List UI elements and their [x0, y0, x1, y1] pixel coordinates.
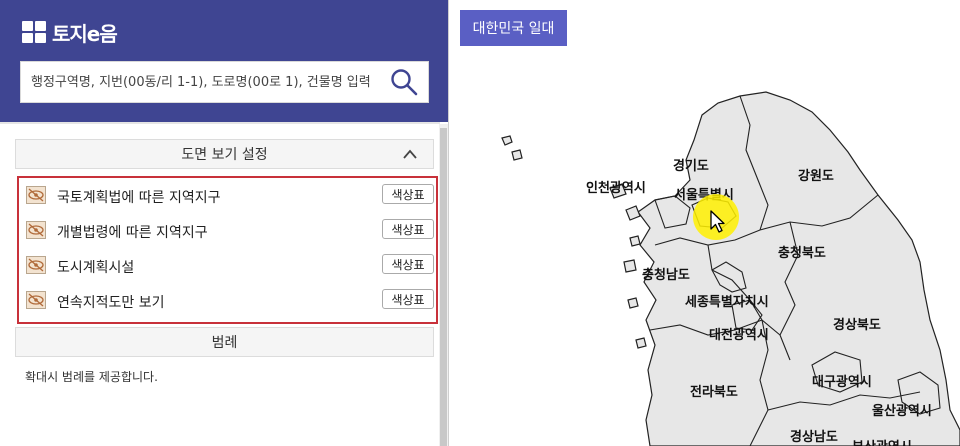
- map-label-busan[interactable]: 부산광역시: [852, 436, 912, 446]
- scrollbar-thumb[interactable]: [440, 128, 447, 446]
- map-label-chungnam[interactable]: 충청남도: [642, 264, 690, 283]
- map-island: [511, 149, 523, 161]
- logo-text: 토지e음: [52, 21, 118, 46]
- panel-scrollbar[interactable]: [439, 124, 448, 446]
- eye-hidden-icon[interactable]: [26, 221, 46, 239]
- legend-header[interactable]: 범례: [15, 327, 434, 357]
- eye-hidden-icon[interactable]: [26, 256, 46, 274]
- color-table-button[interactable]: 색상표: [382, 254, 434, 274]
- map-label-ulsan[interactable]: 울산광역시: [872, 400, 932, 419]
- eye-hidden-icon[interactable]: [26, 186, 46, 204]
- view-settings-title: 도면 보기 설정: [181, 147, 268, 163]
- search-icon[interactable]: [390, 68, 418, 96]
- map-label-jeonbuk[interactable]: 전라북도: [690, 381, 738, 400]
- layer-row-cadastral-only[interactable]: 연속지적도만 보기 색상표: [19, 283, 436, 318]
- mouse-cursor-icon: [710, 210, 725, 233]
- layer-label: 개별법령에 따른 지역지구: [57, 225, 208, 241]
- map-label-gyeongnam[interactable]: 경상남도: [790, 426, 838, 445]
- map-label-daejeon[interactable]: 대전광역시: [709, 324, 769, 343]
- map-island: [635, 337, 647, 349]
- map-island: [627, 297, 639, 309]
- color-table-button[interactable]: 색상표: [382, 219, 434, 239]
- view-settings-header[interactable]: 도면 보기 설정: [15, 139, 434, 169]
- map-island: [623, 259, 637, 273]
- map-label-chungbuk[interactable]: 충청북도: [778, 242, 826, 261]
- layer-row-urban-facility[interactable]: 도시계획시설 색상표: [19, 248, 436, 283]
- logo[interactable]: 토지e음: [22, 19, 118, 46]
- map-label-gyeonggi[interactable]: 경기도: [673, 155, 709, 174]
- layer-label: 연속지적도만 보기: [57, 295, 165, 311]
- map-island: [629, 235, 641, 247]
- panel-content: 도면 보기 설정 국토계획법에 따른 지역지구 색상표 개별법령에 따른 지역지…: [0, 122, 440, 446]
- map-label-daegu[interactable]: 대구광역시: [812, 371, 872, 390]
- map-island: [501, 135, 513, 146]
- map-label-incheon[interactable]: 인천광역시: [586, 177, 646, 196]
- map-view[interactable]: 대한민국 일대 인천광역시 경기도 서울특별시 강원도 충청북도 충청남도 세종…: [450, 0, 960, 446]
- map-label-gyeongbuk[interactable]: 경상북도: [833, 314, 881, 333]
- left-panel: 토지e음 도면 보기 설정 국토계: [0, 0, 449, 446]
- legend-title: 범례: [211, 335, 238, 351]
- layer-row-national-plan[interactable]: 국토계획법에 따른 지역지구 색상표: [19, 178, 436, 213]
- search-input[interactable]: [21, 62, 381, 102]
- layer-label: 도시계획시설: [57, 260, 135, 276]
- search-box: [20, 61, 429, 103]
- layer-list: 국토계획법에 따른 지역지구 색상표 개별법령에 따른 지역지구 색상표 도시계…: [17, 176, 438, 324]
- color-table-button[interactable]: 색상표: [382, 184, 434, 204]
- map-label-sejong[interactable]: 세종특별자치시: [685, 291, 769, 310]
- layer-row-individual-law[interactable]: 개별법령에 따른 지역지구 색상표: [19, 213, 436, 248]
- chevron-up-icon[interactable]: [403, 148, 417, 160]
- legend-note: 확대시 범례를 제공합니다.: [25, 370, 158, 384]
- logo-mark-icon: [22, 21, 46, 43]
- region-select-button[interactable]: 대한민국 일대: [460, 10, 567, 46]
- map-island: [625, 205, 641, 221]
- layer-label: 국토계획법에 따른 지역지구: [57, 190, 221, 206]
- map-label-gangwon[interactable]: 강원도: [798, 165, 834, 184]
- header: 토지e음: [0, 0, 448, 122]
- eye-hidden-icon[interactable]: [26, 291, 46, 309]
- color-table-button[interactable]: 색상표: [382, 289, 434, 309]
